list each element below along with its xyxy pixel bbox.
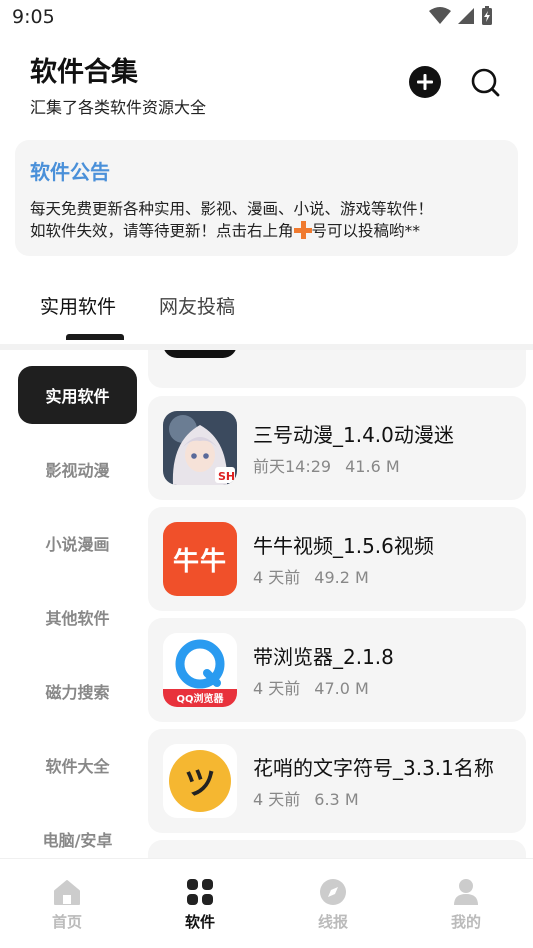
- app-name: 带浏览器_2.1.8: [253, 645, 394, 669]
- sidebar-item-magnet-search[interactable]: 磁力搜索: [18, 662, 137, 720]
- add-button[interactable]: [409, 66, 441, 98]
- announcement-title: 软件公告: [30, 160, 110, 184]
- app-updated-time: 4 天前: [253, 790, 301, 809]
- home-icon: [54, 880, 80, 905]
- announcement-line-2-end: 号可以投稿哟**: [311, 222, 421, 240]
- nav-profile-label: 我的: [450, 913, 481, 931]
- nav-profile[interactable]: 我的: [426, 877, 506, 932]
- sidebar-item-other[interactable]: 其他软件: [18, 588, 137, 646]
- sidebar-item-pc-android[interactable]: 电脑/安卓: [18, 810, 137, 858]
- bottom-navigation: 首页 软件 线报 我的: [0, 858, 533, 948]
- announcement-body: 每天免费更新各种实用、影视、漫画、小说、游戏等软件！ 如软件失效，请等待更新！点…: [30, 198, 510, 242]
- plus-icon: [417, 74, 433, 90]
- app-updated-time: 前天14:29: [253, 457, 332, 476]
- list-item[interactable]: 牛牛 牛牛视频_1.5.6视频 4 天前 49.2 M: [148, 507, 526, 611]
- compass-icon: [320, 879, 346, 905]
- announcement-line-2: 如软件失效，请等待更新！点击右上角 号可以投稿哟**: [30, 220, 510, 242]
- qq-browser-icon: QQ浏览器: [163, 633, 237, 707]
- app-updated-time: 4 天前: [253, 568, 301, 587]
- smiley-circle: ツ: [169, 750, 231, 812]
- category-tabs: 实用软件 网友投稿: [0, 268, 533, 344]
- svg-text:SH: SH: [218, 470, 235, 483]
- page-header: 软件合集 汇集了各类软件资源大全: [0, 44, 533, 124]
- user-icon: [454, 879, 478, 905]
- page-subtitle: 汇集了各类软件资源大全: [30, 98, 207, 117]
- page-title: 软件合集: [30, 57, 138, 88]
- smiley-icon-text: ツ: [183, 764, 216, 802]
- list-item[interactable]: SH 三号动漫_1.4.0动漫迷 前天14:29 41.6 M: [148, 396, 526, 500]
- search-button[interactable]: [467, 64, 503, 100]
- app-meta: 4 天前 49.2 M: [253, 564, 369, 588]
- status-icons: [429, 6, 493, 26]
- smiley-icon: ツ: [163, 744, 237, 818]
- app-name: 三号动漫_1.4.0动漫迷: [253, 423, 454, 447]
- tab-user-submissions[interactable]: 网友投稿: [159, 292, 235, 319]
- app-meta: 前天14:29 41.6 M: [253, 453, 400, 477]
- app-meta: 4 天前 6.3 M: [253, 786, 359, 810]
- tab-practical-software[interactable]: 实用软件: [40, 292, 116, 319]
- app-name: 花哨的文字符号_3.3.1名称: [253, 756, 494, 780]
- list-item[interactable]: [148, 840, 526, 858]
- nav-software-label: 软件: [184, 913, 215, 931]
- list-item[interactable]: [148, 350, 526, 388]
- app-size: 49.2 M: [314, 568, 369, 587]
- nav-home-label: 首页: [51, 913, 82, 931]
- niuniu-icon-text: 牛牛: [172, 546, 227, 577]
- announcement-card: 软件公告 每天免费更新各种实用、影视、漫画、小说、游戏等软件！ 如软件失效，请等…: [15, 140, 518, 256]
- sidebar-item-video-anime[interactable]: 影视动漫: [18, 440, 137, 498]
- app-size: 6.3 M: [314, 790, 359, 809]
- nav-deals-label: 线报: [317, 913, 348, 931]
- niuniu-icon: 牛牛: [163, 522, 237, 596]
- status-time: 9:05: [12, 6, 55, 28]
- nav-software[interactable]: 软件: [160, 877, 240, 932]
- signal-icon: [458, 8, 474, 24]
- wifi-icon: [429, 7, 451, 24]
- app-size: 47.0 M: [314, 679, 369, 698]
- list-item[interactable]: ツ 花哨的文字符号_3.3.1名称 4 天前 6.3 M: [148, 729, 526, 833]
- anime-girl-icon: SH: [163, 411, 237, 485]
- sidebar-item-software-collection[interactable]: 软件大全: [18, 736, 137, 794]
- list-item[interactable]: QQ浏览器 带浏览器_2.1.8 4 天前 47.0 M: [148, 618, 526, 722]
- sidebar-item-practical[interactable]: 实用软件: [18, 366, 137, 424]
- app-icon-partial: [163, 350, 237, 358]
- nav-home[interactable]: 首页: [27, 877, 107, 932]
- sidebar-item-novel-comic[interactable]: 小说漫画: [18, 514, 137, 572]
- battery-icon: [482, 6, 492, 25]
- category-sidebar: 实用软件 影视动漫 小说漫画 其他软件 磁力搜索 软件大全 电脑/安卓: [0, 350, 148, 858]
- grid-icon: [187, 879, 213, 905]
- orange-plus-icon: [293, 221, 312, 239]
- tab-indicator: [66, 334, 124, 340]
- nav-deals[interactable]: 线报: [293, 877, 373, 932]
- app-list: SH 三号动漫_1.4.0动漫迷 前天14:29 41.6 M 牛牛 牛牛视频_1…: [148, 350, 533, 858]
- announcement-line-1: 每天免费更新各种实用、影视、漫画、小说、游戏等软件！: [30, 200, 434, 218]
- app-name: 牛牛视频_1.5.6视频: [253, 534, 434, 558]
- announcement-line-2-start: 如软件失效，请等待更新！点击右上角: [30, 222, 294, 240]
- app-updated-time: 4 天前: [253, 679, 301, 698]
- status-bar: 9:05: [0, 0, 533, 36]
- app-size: 41.6 M: [345, 457, 400, 476]
- qq-browser-icon-text: QQ浏览器: [176, 694, 224, 705]
- search-icon: [471, 68, 500, 97]
- app-meta: 4 天前 47.0 M: [253, 675, 369, 699]
